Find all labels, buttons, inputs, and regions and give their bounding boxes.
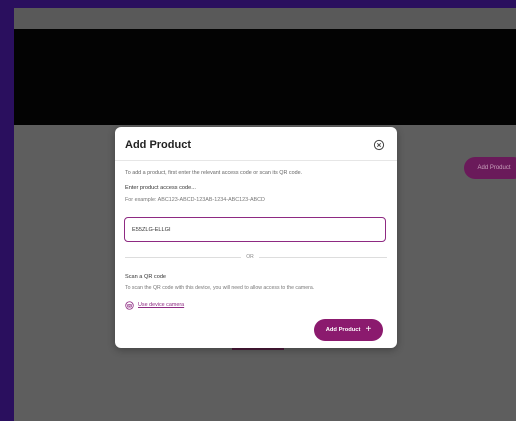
add-product-modal: Add Product To add a product, first ente… [115, 127, 397, 348]
header-divider [115, 160, 397, 161]
access-code-label: Enter product access code... [125, 185, 196, 191]
qr-description: To scan the QR code with this device, yo… [125, 285, 315, 291]
access-code-example: For example: ABC123-ABCD-123AB-1234-ABC1… [125, 197, 265, 203]
add-product-button-label: Add Product [325, 327, 361, 333]
modal-title: Add Product [125, 139, 191, 151]
background-add-product-button: Add Product [464, 157, 516, 179]
hero-banner [14, 29, 516, 125]
intro-text: To add a product, first enter the releva… [125, 170, 303, 176]
separator-line-right [259, 257, 387, 258]
camera-icon [125, 300, 134, 310]
access-code-input[interactable] [124, 217, 386, 242]
add-product-button[interactable]: Add Product + [314, 319, 383, 341]
qr-label: Scan a QR code [125, 274, 167, 280]
separator-line-left [125, 257, 241, 258]
close-icon[interactable] [373, 139, 385, 151]
plus-icon: + [365, 324, 372, 335]
camera-link-label: Use device camera [138, 302, 185, 308]
separator-text: OR [246, 254, 254, 260]
top-bar [14, 8, 516, 29]
use-device-camera-link[interactable]: Use device camera [125, 300, 184, 310]
